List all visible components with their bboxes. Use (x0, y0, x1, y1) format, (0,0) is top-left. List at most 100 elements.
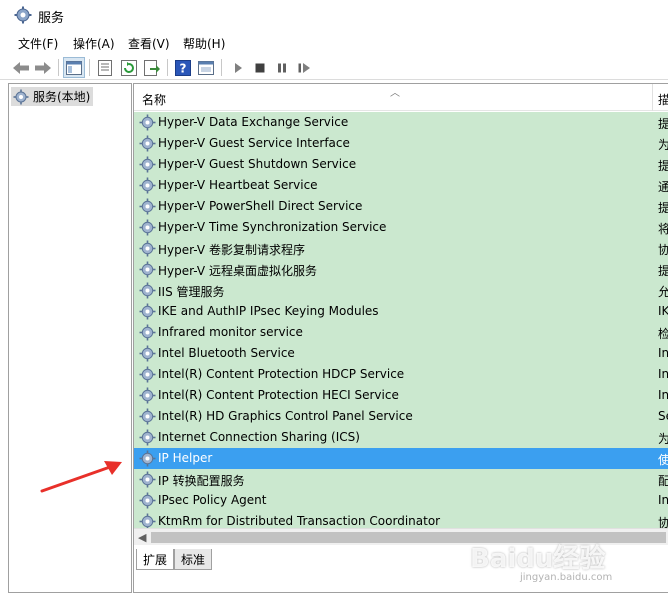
service-name: Hyper-V PowerShell Direct Service (158, 199, 363, 213)
service-name: IP Helper (158, 451, 213, 465)
service-gear-icon (139, 156, 156, 173)
service-row[interactable]: Internet Connection Sharing (ICS) 为 (134, 427, 668, 448)
services-rows: Hyper-V Data Exchange Service提Hyper-V Gu… (134, 112, 668, 532)
service-row[interactable]: Hyper-V Time Synchronization Service 将 (134, 217, 668, 238)
service-gear-icon (139, 303, 156, 320)
service-description: 为 (658, 136, 668, 153)
annotation-arrow (40, 461, 122, 493)
help-icon[interactable]: ? (172, 57, 194, 78)
show-hide-tree-icon[interactable] (63, 57, 85, 78)
service-description: 为 (658, 430, 668, 447)
service-row[interactable]: IPsec Policy Agent In (134, 490, 668, 511)
service-name: Infrared monitor service (158, 325, 303, 339)
service-description: In (658, 388, 668, 402)
service-row[interactable]: Hyper-V Guest Shutdown Service 提 (134, 154, 668, 175)
service-name: Hyper-V 卷影复制请求程序 (158, 243, 305, 257)
service-gear-icon (139, 261, 156, 278)
service-gear-icon (139, 471, 156, 488)
service-row[interactable]: IP Helper 使 (134, 448, 668, 469)
play-icon[interactable] (227, 57, 249, 78)
service-gear-icon (139, 345, 156, 362)
refresh-icon[interactable] (118, 57, 140, 78)
service-gear-icon (139, 324, 156, 341)
service-name: IIS 管理服务 (158, 285, 225, 299)
tree-item-label: 服务(本地) (33, 90, 91, 104)
stop-icon[interactable] (249, 57, 271, 78)
service-name: Hyper-V Data Exchange Service (158, 115, 349, 129)
tab-standard[interactable]: 标准 (174, 549, 213, 570)
sort-ascending-icon: ︿ (390, 88, 400, 99)
service-description: 提 (658, 157, 668, 174)
service-name: IKE and AuthIP IPsec Keying Modules (158, 304, 379, 318)
service-description: 允 (658, 283, 668, 300)
column-header-name[interactable]: 名称 (142, 91, 166, 108)
service-row[interactable]: Hyper-V 远程桌面虚拟化服务 提 (134, 259, 668, 280)
service-name: Intel Bluetooth Service (158, 346, 295, 360)
service-row[interactable]: Hyper-V Data Exchange Service 提 (134, 112, 668, 133)
service-name: Hyper-V Time Synchronization Service (158, 220, 387, 234)
service-row[interactable]: Intel Bluetooth Service In (134, 343, 668, 364)
service-row[interactable]: IP 转换配置服务 配 (134, 469, 668, 490)
service-row[interactable]: Infrared monitor service 检 (134, 322, 668, 343)
service-description: Se (658, 409, 668, 423)
service-description: IK (658, 304, 668, 318)
service-name: Hyper-V Heartbeat Service (158, 178, 318, 192)
service-row[interactable]: Hyper-V PowerShell Direct Service 提 (134, 196, 668, 217)
tree-pane: 服务(本地) (8, 83, 132, 593)
service-gear-icon (139, 408, 156, 425)
service-gear-icon (139, 282, 156, 299)
svg-text:?: ? (180, 61, 187, 75)
service-name: IPsec Policy Agent (158, 493, 267, 507)
column-header-description[interactable]: 描 (658, 91, 668, 108)
services-gear-icon (13, 89, 29, 104)
column-divider[interactable] (652, 84, 653, 111)
baidu-watermark: Baidu经验 (470, 544, 606, 574)
service-row[interactable]: Hyper-V Guest Service Interface 为 (134, 133, 668, 154)
menu-file[interactable]: 文件(F) (16, 35, 60, 52)
service-description: 通 (658, 178, 668, 195)
properties-icon[interactable] (94, 57, 116, 78)
title-bar: 服务 (0, 0, 668, 30)
service-name: Intel(R) Content Protection HDCP Service (158, 367, 405, 381)
service-name: Hyper-V Guest Service Interface (158, 136, 350, 150)
service-row[interactable]: Intel(R) Content Protection HDCP Service… (134, 364, 668, 385)
tab-extended[interactable]: 扩展 (136, 549, 175, 570)
forward-icon[interactable] (32, 57, 54, 78)
service-name: Hyper-V Guest Shutdown Service (158, 157, 357, 171)
restart-icon[interactable] (293, 57, 315, 78)
service-gear-icon (139, 198, 156, 215)
menu-action[interactable]: 操作(A) (71, 35, 117, 52)
service-description: In (658, 346, 668, 360)
service-description: In (658, 367, 668, 381)
back-icon[interactable] (10, 57, 32, 78)
service-name: Intel(R) HD Graphics Control Panel Servi… (158, 409, 413, 423)
menu-help[interactable]: 帮助(H) (181, 35, 227, 52)
scroll-left-icon[interactable]: ◀ (138, 531, 146, 544)
service-name: KtmRm for Distributed Transaction Coordi… (158, 514, 441, 528)
service-row[interactable]: Hyper-V 卷影复制请求程序 协 (134, 238, 668, 259)
service-description: 检 (658, 325, 668, 342)
service-gear-icon (139, 219, 156, 236)
service-gear-icon (139, 366, 156, 383)
service-gear-icon (139, 114, 156, 131)
service-row[interactable]: Intel(R) Content Protection HECI Service… (134, 385, 668, 406)
service-gear-icon (139, 177, 156, 194)
window-title: 服务 (38, 11, 65, 26)
pause-icon[interactable] (271, 57, 293, 78)
service-name: Internet Connection Sharing (ICS) (158, 430, 360, 444)
service-description: 使 (658, 451, 668, 468)
service-row[interactable]: IKE and AuthIP IPsec Keying Modules IK (134, 301, 668, 322)
service-gear-icon (139, 450, 156, 467)
menu-view[interactable]: 查看(V) (126, 35, 172, 52)
service-description: 配 (658, 472, 668, 489)
console-icon[interactable] (195, 57, 217, 78)
export-icon[interactable] (141, 57, 163, 78)
service-row[interactable]: IIS 管理服务 允 (134, 280, 668, 301)
list-header: 名称 ︿ 描 (134, 84, 668, 111)
service-description: In (658, 493, 668, 507)
service-gear-icon (139, 492, 156, 509)
tree-item-local-services[interactable]: 服务(本地) (11, 87, 94, 106)
service-name: Intel(R) Content Protection HECI Service (158, 388, 399, 402)
service-row[interactable]: Hyper-V Heartbeat Service 通 (134, 175, 668, 196)
service-row[interactable]: Intel(R) HD Graphics Control Panel Servi… (134, 406, 668, 427)
